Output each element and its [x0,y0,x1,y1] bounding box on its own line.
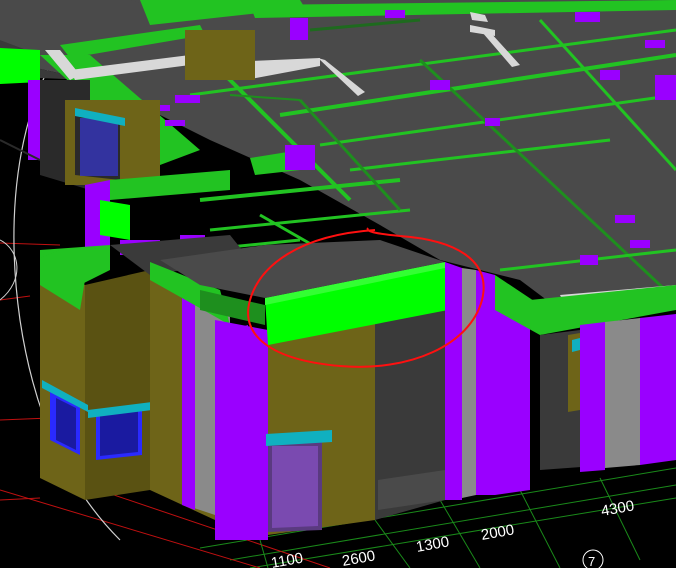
dimension-2000: 2000 [480,521,516,544]
model-viewport[interactable]: 1100 2600 1300 2000 4300 7 [0,0,676,568]
dimension-4300: 4300 [600,497,636,520]
right-building[interactable] [445,262,676,500]
dimension-1300: 1300 [415,533,451,556]
axis-marker-label: 7 [588,554,595,568]
axis-marker[interactable]: 7 [582,549,604,568]
dimension-2600: 2600 [341,547,377,568]
building-3d-scene[interactable]: 1100 2600 1300 2000 4300 7 [0,0,676,568]
